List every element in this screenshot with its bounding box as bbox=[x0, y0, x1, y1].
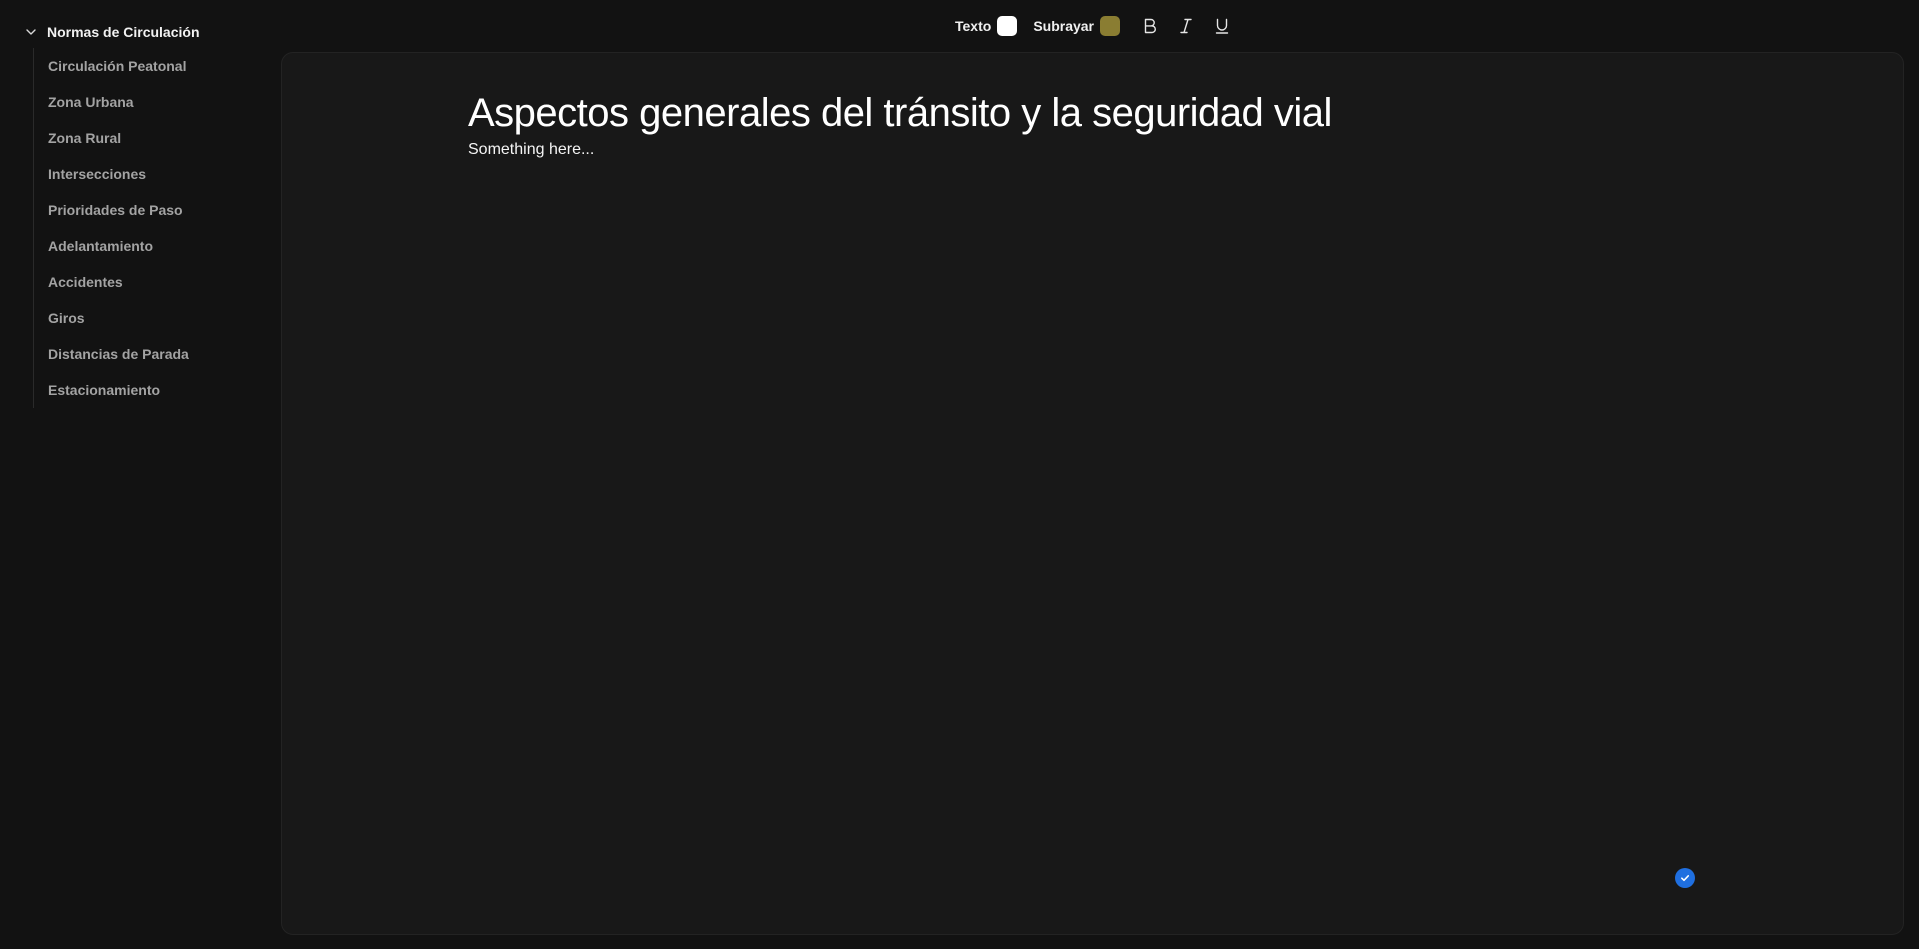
bold-icon bbox=[1144, 18, 1156, 34]
document-title[interactable]: Aspectos generales del tránsito y la seg… bbox=[468, 91, 1332, 136]
sidebar-item-intersecciones[interactable]: Intersecciones bbox=[34, 156, 254, 192]
section-header-normas[interactable]: Normas de Circulación bbox=[24, 21, 200, 43]
highlight-color-label: Subrayar bbox=[1033, 18, 1095, 34]
nav-list: Circulación Peatonal Zona Urbana Zona Ru… bbox=[33, 48, 254, 408]
italic-icon bbox=[1180, 18, 1192, 34]
underline-button[interactable] bbox=[1208, 12, 1236, 40]
bold-button[interactable] bbox=[1136, 12, 1164, 40]
text-color-swatch[interactable] bbox=[997, 16, 1018, 36]
section-title: Normas de Circulación bbox=[47, 24, 200, 40]
underline-icon bbox=[1215, 18, 1229, 34]
format-toolbar: Texto Subrayar bbox=[955, 12, 1244, 40]
sidebar-item-estacionamiento[interactable]: Estacionamiento bbox=[34, 372, 254, 408]
sidebar-item-zona-urbana[interactable]: Zona Urbana bbox=[34, 84, 254, 120]
highlight-color-swatch[interactable] bbox=[1100, 16, 1121, 36]
sidebar-item-giros[interactable]: Giros bbox=[34, 300, 254, 336]
sidebar-item-distancias-de-parada[interactable]: Distancias de Parada bbox=[34, 336, 254, 372]
italic-button[interactable] bbox=[1172, 12, 1200, 40]
sidebar: Normas de Circulación Circulación Peaton… bbox=[0, 0, 270, 949]
check-circle-icon bbox=[1675, 868, 1695, 888]
sidebar-item-circulacion-peatonal[interactable]: Circulación Peatonal bbox=[34, 48, 254, 84]
text-color-label: Texto bbox=[955, 18, 992, 34]
sidebar-item-zona-rural[interactable]: Zona Rural bbox=[34, 120, 254, 156]
sidebar-item-prioridades-de-paso[interactable]: Prioridades de Paso bbox=[34, 192, 254, 228]
sidebar-item-adelantamiento[interactable]: Adelantamiento bbox=[34, 228, 254, 264]
sidebar-item-accidentes[interactable]: Accidentes bbox=[34, 264, 254, 300]
editor-panel[interactable]: Aspectos generales del tránsito y la seg… bbox=[281, 52, 1904, 935]
document-body[interactable]: Something here... bbox=[468, 141, 594, 159]
chevron-down-icon[interactable] bbox=[24, 25, 38, 39]
